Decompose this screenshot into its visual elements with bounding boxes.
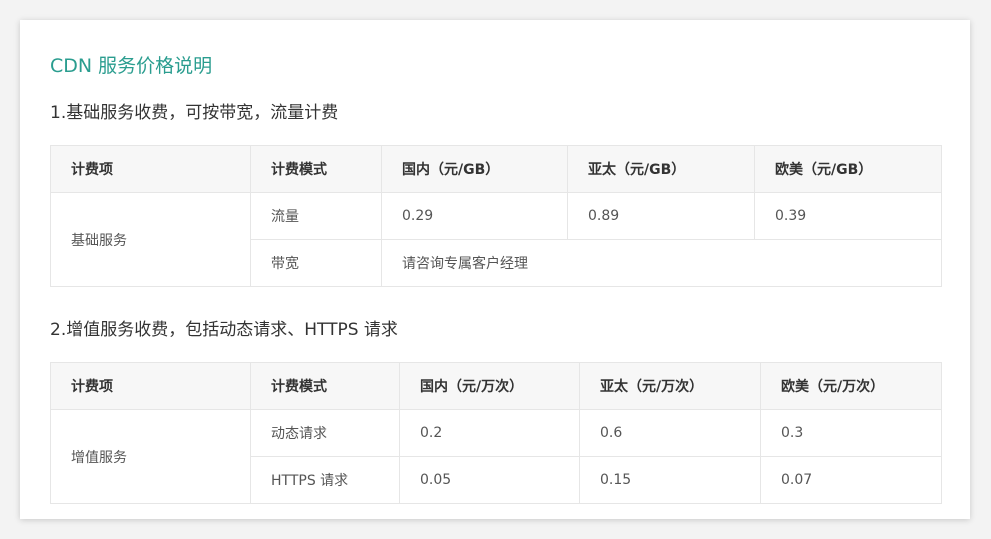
- table-header-row: 计费项 计费模式 国内（元/万次） 亚太（元/万次） 欧美（元/万次）: [50, 362, 942, 410]
- section-title-value-added: 2.增值服务收费，包括动态请求、HTTPS 请求: [50, 320, 398, 340]
- table-row: 增值服务 动态请求 0.2 0.6 0.3: [50, 409, 942, 504]
- column-header-item: 计费项: [50, 362, 251, 410]
- euus-price-cell: 0.39: [754, 192, 942, 240]
- column-header-item: 计费项: [50, 145, 251, 193]
- column-header-euus: 欧美（元/万次）: [760, 362, 942, 410]
- service-name-cell: 增值服务: [50, 409, 251, 504]
- mode-cell: 动态请求: [250, 409, 400, 457]
- page-title: CDN 服务价格说明: [50, 55, 213, 77]
- apac-price-cell: 0.89: [567, 192, 755, 240]
- table-row: 基础服务 流量 0.29 0.89 0.39: [50, 192, 942, 287]
- mode-cell: 带宽: [250, 239, 382, 287]
- domestic-price-cell: 0.2: [399, 409, 580, 457]
- column-header-domestic: 国内（元/万次）: [399, 362, 580, 410]
- column-header-mode: 计费模式: [250, 145, 382, 193]
- table-header-row: 计费项 计费模式 国内（元/GB） 亚太（元/GB） 欧美（元/GB）: [50, 145, 942, 193]
- apac-price-cell: 0.6: [579, 409, 761, 457]
- contact-note-cell: 请咨询专属客户经理: [381, 239, 942, 287]
- column-header-euus: 欧美（元/GB）: [754, 145, 942, 193]
- column-header-apac: 亚太（元/万次）: [579, 362, 761, 410]
- section-title-basic: 1.基础服务收费，可按带宽，流量计费: [50, 103, 339, 123]
- mode-cell: HTTPS 请求: [250, 456, 400, 504]
- column-header-apac: 亚太（元/GB）: [567, 145, 755, 193]
- column-header-domestic: 国内（元/GB）: [381, 145, 568, 193]
- value-added-service-price-table: 计费项 计费模式 国内（元/万次） 亚太（元/万次） 欧美（元/万次） 增值服务…: [50, 362, 942, 504]
- column-header-mode: 计费模式: [250, 362, 400, 410]
- service-name-cell: 基础服务: [50, 192, 251, 287]
- apac-price-cell: 0.15: [579, 456, 761, 504]
- domestic-price-cell: 0.05: [399, 456, 580, 504]
- domestic-price-cell: 0.29: [381, 192, 568, 240]
- mode-cell: 流量: [250, 192, 382, 240]
- basic-service-price-table: 计费项 计费模式 国内（元/GB） 亚太（元/GB） 欧美（元/GB） 基础服务…: [50, 145, 942, 287]
- pricing-card: CDN 服务价格说明 1.基础服务收费，可按带宽，流量计费 计费项 计费模式 国…: [20, 20, 970, 519]
- euus-price-cell: 0.07: [760, 456, 942, 504]
- euus-price-cell: 0.3: [760, 409, 942, 457]
